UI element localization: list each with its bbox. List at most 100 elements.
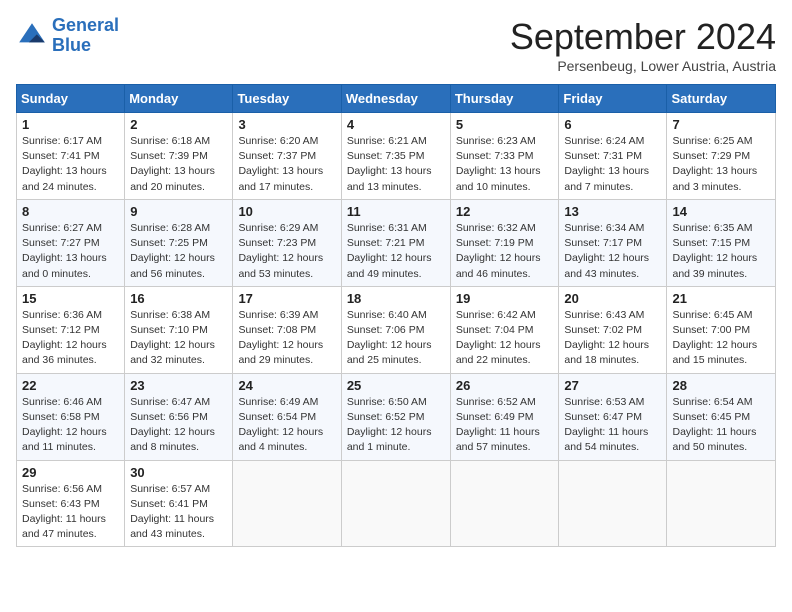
day-info: Sunrise: 6:31 AM Sunset: 7:21 PM Dayligh… xyxy=(347,221,445,282)
day-number: 5 xyxy=(456,117,554,132)
calendar-cell: 23 Sunrise: 6:47 AM Sunset: 6:56 PM Dayl… xyxy=(125,373,233,460)
day-info: Sunrise: 6:45 AM Sunset: 7:00 PM Dayligh… xyxy=(672,308,770,369)
day-header: Wednesday xyxy=(341,85,450,113)
calendar-cell: 30 Sunrise: 6:57 AM Sunset: 6:41 PM Dayl… xyxy=(125,460,233,547)
day-header: Saturday xyxy=(667,85,776,113)
calendar-cell: 1 Sunrise: 6:17 AM Sunset: 7:41 PM Dayli… xyxy=(17,113,125,200)
day-number: 26 xyxy=(456,378,554,393)
calendar-cell: 6 Sunrise: 6:24 AM Sunset: 7:31 PM Dayli… xyxy=(559,113,667,200)
day-info: Sunrise: 6:47 AM Sunset: 6:56 PM Dayligh… xyxy=(130,395,227,456)
title-block: September 2024 Persenbeug, Lower Austria… xyxy=(510,16,776,74)
calendar-cell xyxy=(559,460,667,547)
day-header: Tuesday xyxy=(233,85,341,113)
day-number: 8 xyxy=(22,204,119,219)
day-info: Sunrise: 6:18 AM Sunset: 7:39 PM Dayligh… xyxy=(130,134,227,195)
day-info: Sunrise: 6:39 AM Sunset: 7:08 PM Dayligh… xyxy=(238,308,335,369)
day-number: 6 xyxy=(564,117,661,132)
day-number: 17 xyxy=(238,291,335,306)
day-header: Thursday xyxy=(450,85,559,113)
calendar-cell: 26 Sunrise: 6:52 AM Sunset: 6:49 PM Dayl… xyxy=(450,373,559,460)
calendar-cell: 16 Sunrise: 6:38 AM Sunset: 7:10 PM Dayl… xyxy=(125,286,233,373)
day-info: Sunrise: 6:43 AM Sunset: 7:02 PM Dayligh… xyxy=(564,308,661,369)
day-info: Sunrise: 6:56 AM Sunset: 6:43 PM Dayligh… xyxy=(22,482,119,543)
day-info: Sunrise: 6:38 AM Sunset: 7:10 PM Dayligh… xyxy=(130,308,227,369)
day-number: 11 xyxy=(347,204,445,219)
day-info: Sunrise: 6:28 AM Sunset: 7:25 PM Dayligh… xyxy=(130,221,227,282)
calendar-cell: 3 Sunrise: 6:20 AM Sunset: 7:37 PM Dayli… xyxy=(233,113,341,200)
day-number: 14 xyxy=(672,204,770,219)
day-number: 24 xyxy=(238,378,335,393)
day-number: 28 xyxy=(672,378,770,393)
day-number: 27 xyxy=(564,378,661,393)
calendar-cell: 28 Sunrise: 6:54 AM Sunset: 6:45 PM Dayl… xyxy=(667,373,776,460)
calendar-cell: 9 Sunrise: 6:28 AM Sunset: 7:25 PM Dayli… xyxy=(125,199,233,286)
calendar-cell: 22 Sunrise: 6:46 AM Sunset: 6:58 PM Dayl… xyxy=(17,373,125,460)
calendar-cell: 14 Sunrise: 6:35 AM Sunset: 7:15 PM Dayl… xyxy=(667,199,776,286)
calendar-cell: 27 Sunrise: 6:53 AM Sunset: 6:47 PM Dayl… xyxy=(559,373,667,460)
calendar-cell: 29 Sunrise: 6:56 AM Sunset: 6:43 PM Dayl… xyxy=(17,460,125,547)
day-info: Sunrise: 6:50 AM Sunset: 6:52 PM Dayligh… xyxy=(347,395,445,456)
day-info: Sunrise: 6:36 AM Sunset: 7:12 PM Dayligh… xyxy=(22,308,119,369)
day-number: 23 xyxy=(130,378,227,393)
day-number: 2 xyxy=(130,117,227,132)
calendar-cell: 21 Sunrise: 6:45 AM Sunset: 7:00 PM Dayl… xyxy=(667,286,776,373)
calendar-cell: 15 Sunrise: 6:36 AM Sunset: 7:12 PM Dayl… xyxy=(17,286,125,373)
day-number: 18 xyxy=(347,291,445,306)
day-number: 10 xyxy=(238,204,335,219)
calendar-cell: 17 Sunrise: 6:39 AM Sunset: 7:08 PM Dayl… xyxy=(233,286,341,373)
logo-text: General Blue xyxy=(52,16,119,56)
day-number: 9 xyxy=(130,204,227,219)
calendar-cell: 18 Sunrise: 6:40 AM Sunset: 7:06 PM Dayl… xyxy=(341,286,450,373)
day-info: Sunrise: 6:34 AM Sunset: 7:17 PM Dayligh… xyxy=(564,221,661,282)
day-info: Sunrise: 6:25 AM Sunset: 7:29 PM Dayligh… xyxy=(672,134,770,195)
calendar-cell: 11 Sunrise: 6:31 AM Sunset: 7:21 PM Dayl… xyxy=(341,199,450,286)
calendar-cell: 20 Sunrise: 6:43 AM Sunset: 7:02 PM Dayl… xyxy=(559,286,667,373)
day-number: 12 xyxy=(456,204,554,219)
day-number: 22 xyxy=(22,378,119,393)
day-info: Sunrise: 6:27 AM Sunset: 7:27 PM Dayligh… xyxy=(22,221,119,282)
day-info: Sunrise: 6:53 AM Sunset: 6:47 PM Dayligh… xyxy=(564,395,661,456)
day-info: Sunrise: 6:29 AM Sunset: 7:23 PM Dayligh… xyxy=(238,221,335,282)
calendar-cell: 4 Sunrise: 6:21 AM Sunset: 7:35 PM Dayli… xyxy=(341,113,450,200)
day-number: 29 xyxy=(22,465,119,480)
day-info: Sunrise: 6:40 AM Sunset: 7:06 PM Dayligh… xyxy=(347,308,445,369)
calendar-cell: 8 Sunrise: 6:27 AM Sunset: 7:27 PM Dayli… xyxy=(17,199,125,286)
day-number: 15 xyxy=(22,291,119,306)
day-info: Sunrise: 6:32 AM Sunset: 7:19 PM Dayligh… xyxy=(456,221,554,282)
day-number: 3 xyxy=(238,117,335,132)
calendar-cell xyxy=(450,460,559,547)
location-subtitle: Persenbeug, Lower Austria, Austria xyxy=(510,58,776,74)
day-number: 13 xyxy=(564,204,661,219)
calendar-cell: 24 Sunrise: 6:49 AM Sunset: 6:54 PM Dayl… xyxy=(233,373,341,460)
day-info: Sunrise: 6:42 AM Sunset: 7:04 PM Dayligh… xyxy=(456,308,554,369)
logo: General Blue xyxy=(16,16,119,56)
day-number: 20 xyxy=(564,291,661,306)
day-number: 21 xyxy=(672,291,770,306)
day-info: Sunrise: 6:46 AM Sunset: 6:58 PM Dayligh… xyxy=(22,395,119,456)
day-info: Sunrise: 6:54 AM Sunset: 6:45 PM Dayligh… xyxy=(672,395,770,456)
day-number: 4 xyxy=(347,117,445,132)
day-number: 1 xyxy=(22,117,119,132)
day-info: Sunrise: 6:49 AM Sunset: 6:54 PM Dayligh… xyxy=(238,395,335,456)
calendar-cell xyxy=(233,460,341,547)
day-header: Friday xyxy=(559,85,667,113)
day-number: 7 xyxy=(672,117,770,132)
day-info: Sunrise: 6:57 AM Sunset: 6:41 PM Dayligh… xyxy=(130,482,227,543)
calendar-cell: 25 Sunrise: 6:50 AM Sunset: 6:52 PM Dayl… xyxy=(341,373,450,460)
day-info: Sunrise: 6:21 AM Sunset: 7:35 PM Dayligh… xyxy=(347,134,445,195)
month-title: September 2024 xyxy=(510,16,776,58)
calendar-cell: 12 Sunrise: 6:32 AM Sunset: 7:19 PM Dayl… xyxy=(450,199,559,286)
calendar-cell: 5 Sunrise: 6:23 AM Sunset: 7:33 PM Dayli… xyxy=(450,113,559,200)
day-info: Sunrise: 6:52 AM Sunset: 6:49 PM Dayligh… xyxy=(456,395,554,456)
calendar-cell xyxy=(341,460,450,547)
day-number: 25 xyxy=(347,378,445,393)
calendar-cell: 2 Sunrise: 6:18 AM Sunset: 7:39 PM Dayli… xyxy=(125,113,233,200)
page-header: General Blue September 2024 Persenbeug, … xyxy=(16,16,776,74)
day-info: Sunrise: 6:35 AM Sunset: 7:15 PM Dayligh… xyxy=(672,221,770,282)
day-info: Sunrise: 6:23 AM Sunset: 7:33 PM Dayligh… xyxy=(456,134,554,195)
calendar-cell: 13 Sunrise: 6:34 AM Sunset: 7:17 PM Dayl… xyxy=(559,199,667,286)
calendar-cell: 19 Sunrise: 6:42 AM Sunset: 7:04 PM Dayl… xyxy=(450,286,559,373)
calendar-cell: 7 Sunrise: 6:25 AM Sunset: 7:29 PM Dayli… xyxy=(667,113,776,200)
day-header: Sunday xyxy=(17,85,125,113)
logo-icon xyxy=(16,20,48,52)
